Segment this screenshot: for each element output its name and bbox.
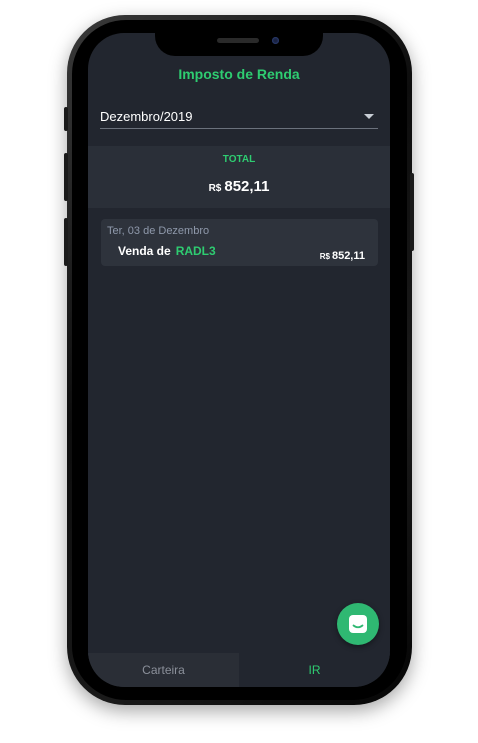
total-label: TOTAL [222,154,256,165]
total-currency: R$ [208,183,222,194]
transaction-description: Venda de RADL3 [118,244,216,258]
front-camera [272,37,279,44]
bottom-tab-bar: Carteira IR [88,653,390,687]
transaction-currency: R$ [319,252,330,261]
app-screen: Imposto de Renda Dezembro/2019 TOTAL R$ 8… [88,33,390,687]
transaction-date: Ter, 03 de Dezembro [107,225,210,237]
dropdown-caret-icon [364,114,374,119]
speaker-grille [217,38,259,43]
tab-carteira[interactable]: Carteira [88,653,239,687]
total-summary: TOTAL R$ 852,11 [88,146,390,208]
tab-ir[interactable]: IR [239,653,390,687]
chat-button[interactable] [337,603,379,645]
mute-switch [64,107,68,131]
total-amount: R$ 852,11 [88,178,390,196]
transaction-value: 852,11 [331,250,365,262]
volume-up-button [64,153,68,201]
chat-icon [349,615,367,633]
month-select[interactable]: Dezembro/2019 [100,105,378,129]
total-value: 852,11 [224,178,270,195]
page-title: Imposto de Renda [178,66,300,82]
transaction-card[interactable]: Ter, 03 de Dezembro Venda de RADL3 R$ 852,… [101,219,378,266]
volume-down-button [64,218,68,266]
transaction-amount: R$ 852,11 [320,246,365,264]
power-button [410,173,414,251]
transaction-type: Venda de [118,244,171,258]
transaction-ticker: RADL3 [175,244,216,258]
month-select-value: Dezembro/2019 [100,109,193,124]
